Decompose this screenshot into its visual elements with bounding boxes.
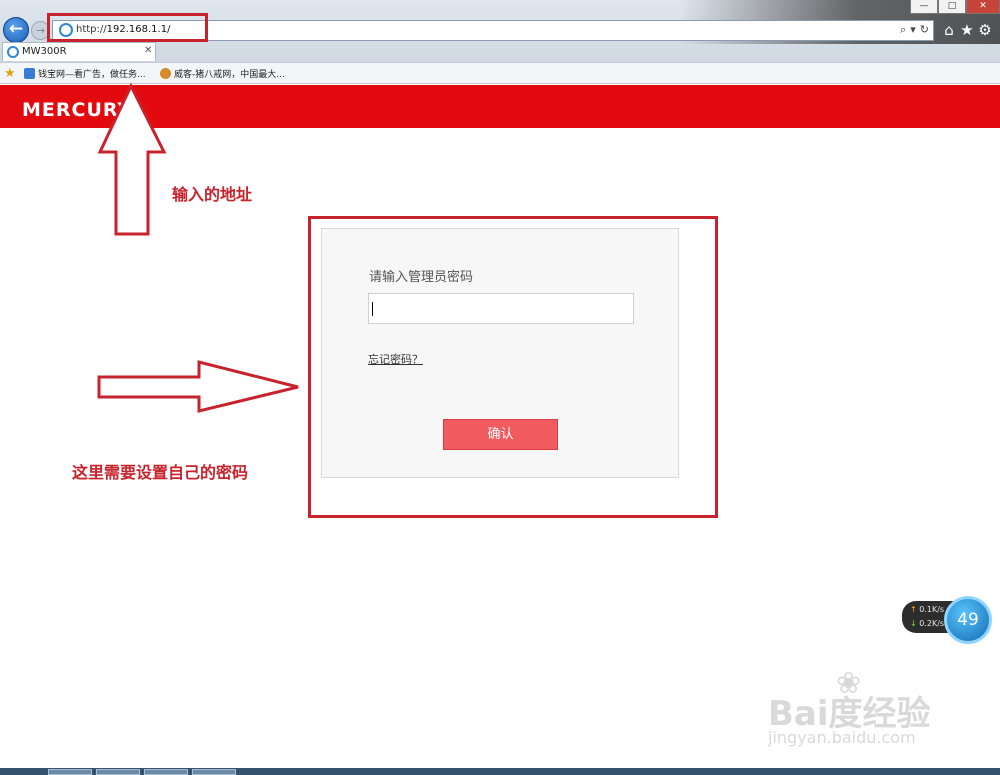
- screen: — □ ✕ ← → http://192.168.1.1/ ⌕ ▾ ↻ ⌂ ★ ⚙ MW…: [0, 0, 1000, 775]
- up-arrow: [97, 82, 167, 236]
- download-speed-value: 0.2K/s: [919, 619, 945, 628]
- accelerator-ball[interactable]: 49: [944, 596, 992, 644]
- baidu-watermark: ❀ Bai度经验 jingyan.baidu.com: [768, 666, 988, 756]
- taskbar-item[interactable]: [144, 769, 188, 775]
- password-annotation: 这里需要设置自己的密码: [72, 463, 249, 482]
- download-speed: ↓ 0.2K/s: [910, 619, 944, 628]
- taskbar-item[interactable]: [96, 769, 140, 775]
- watermark-url: jingyan.baidu.com: [768, 728, 916, 747]
- download-arrow-icon: ↓: [910, 619, 917, 628]
- upload-speed: ↑ 0.1K/s: [910, 605, 944, 614]
- taskbar-item[interactable]: [48, 769, 92, 775]
- address-annotation: 输入的地址: [172, 185, 253, 204]
- upload-speed-value: 0.1K/s: [919, 605, 945, 614]
- upload-arrow-icon: ↑: [910, 605, 917, 614]
- annotation-arrows: [97, 82, 299, 413]
- right-arrow: [97, 360, 299, 413]
- taskbar-item[interactable]: [192, 769, 236, 775]
